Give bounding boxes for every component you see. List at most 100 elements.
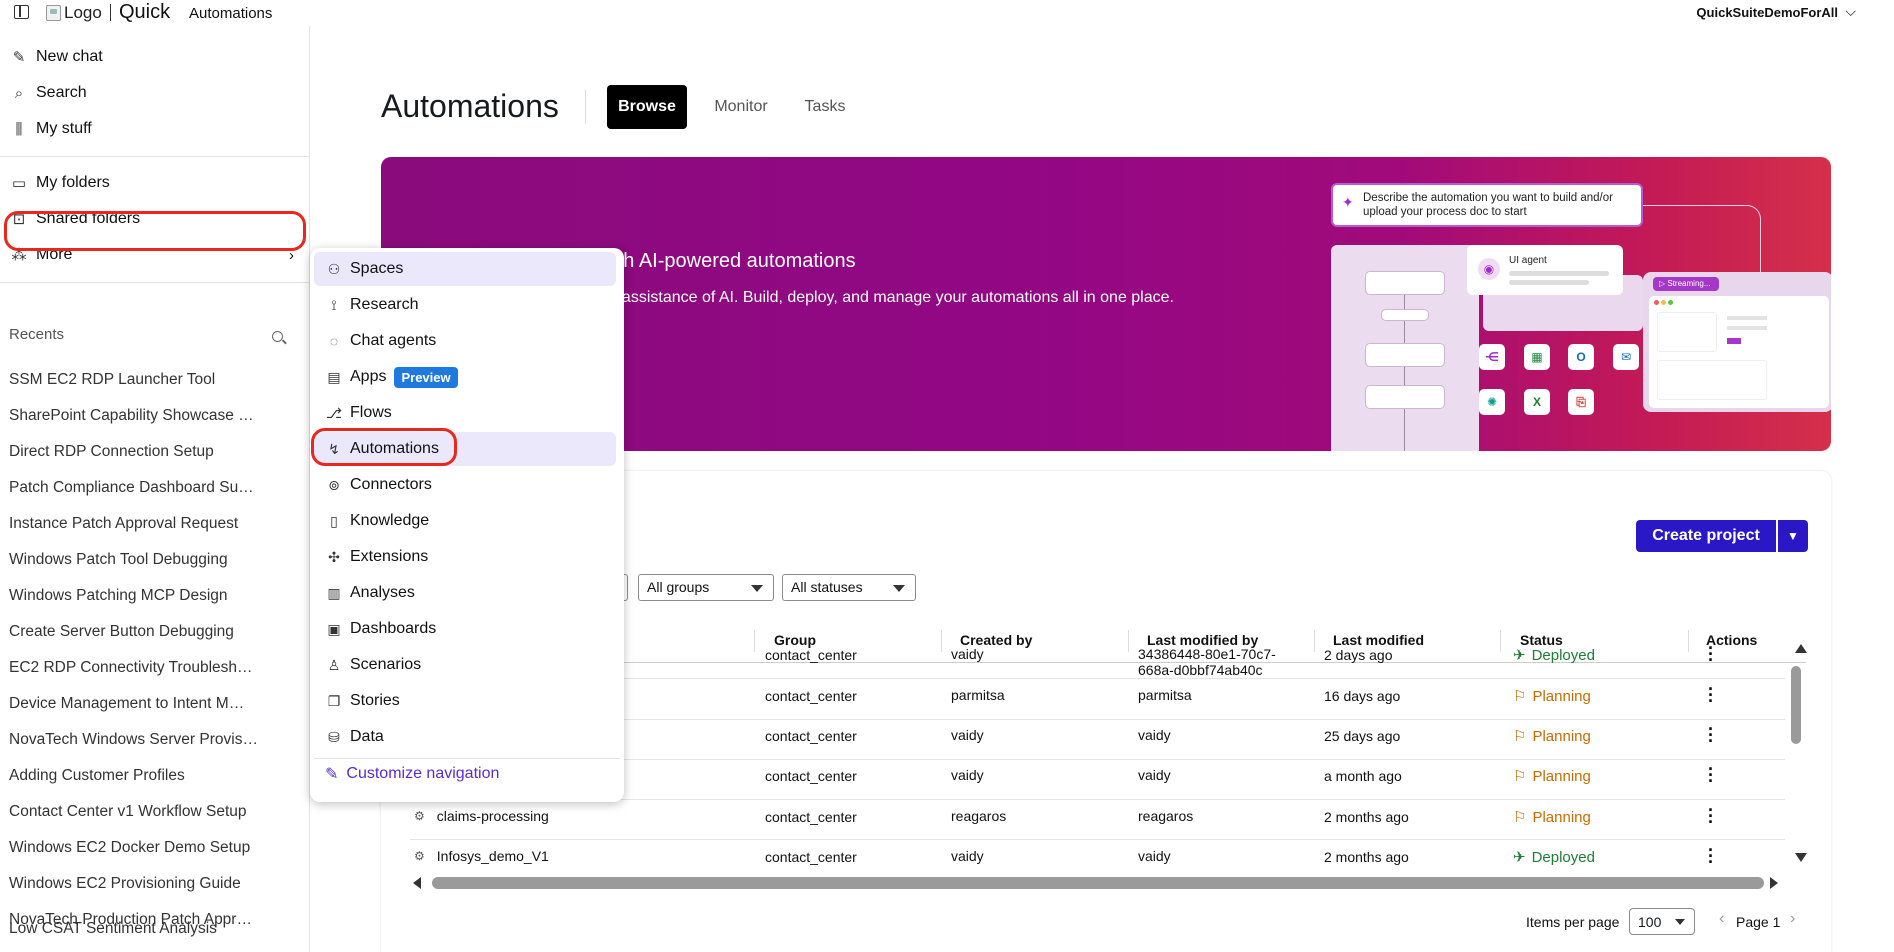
- column-header-group[interactable]: Group: [774, 632, 816, 648]
- status-label: Planning: [1532, 687, 1591, 705]
- caret-down-icon: [1675, 919, 1685, 925]
- menu-item-label: Apps: [350, 368, 387, 385]
- cell-name[interactable]: ⚙ Infosys_demo_V1: [414, 848, 549, 864]
- hero-subtitle: es with the assistance of AI. Build, dep…: [541, 289, 1174, 306]
- tab-monitor[interactable]: Monitor: [701, 85, 781, 129]
- recent-item[interactable]: EC2 RDP Connectivity Troublesh…: [9, 659, 274, 677]
- scroll-left-arrow[interactable]: [413, 877, 421, 889]
- brand-name[interactable]: Quick: [119, 1, 170, 24]
- streaming-label: Streaming...: [1667, 279, 1711, 288]
- row-actions-menu[interactable]: · · ·: [1708, 760, 1714, 790]
- chat-agent-icon: ◌: [329, 333, 339, 349]
- recent-item[interactable]: Contact Center v1 Workflow Setup: [9, 803, 274, 821]
- row-actions-menu[interactable]: · · ·: [1708, 680, 1714, 710]
- tab-browse[interactable]: Browse: [607, 85, 687, 129]
- column-separator[interactable]: [941, 630, 942, 652]
- recent-item[interactable]: Device Management to Intent M…: [9, 695, 274, 713]
- menu-item-analyses[interactable]: ▥ Analyses: [314, 576, 616, 610]
- row-actions-menu[interactable]: · · ·: [1708, 841, 1714, 871]
- scroll-down-arrow[interactable]: [1795, 853, 1807, 862]
- row-actions-menu[interactable]: · · ·: [1708, 639, 1714, 669]
- project-name[interactable]: claims-processing: [437, 808, 549, 824]
- recent-item[interactable]: Direct RDP Connection Setup: [9, 443, 274, 461]
- status-badge: ✈ Deployed: [1513, 646, 1595, 665]
- status-filter-select[interactable]: All statuses: [782, 574, 916, 601]
- menu-item-scenarios[interactable]: ♙ Scenarios: [314, 648, 616, 682]
- create-project-dropdown[interactable]: ▼: [1778, 520, 1808, 552]
- recent-item[interactable]: SharePoint Capability Showcase …: [9, 407, 274, 425]
- menu-item-chat-agents[interactable]: ◌ Chat agents: [314, 324, 616, 358]
- column-separator[interactable]: [1314, 630, 1315, 652]
- sidebar-item-new-chat[interactable]: ✎ New chat: [10, 42, 302, 72]
- extensions-icon: ✣: [328, 548, 340, 565]
- menu-item-research[interactable]: ⟟ Research: [314, 288, 616, 322]
- flow-node: [1365, 343, 1445, 367]
- scroll-up-arrow[interactable]: [1795, 644, 1807, 653]
- more-highlight-annotation: [4, 211, 306, 251]
- menu-item-flows[interactable]: ⎇ Flows: [314, 396, 616, 430]
- next-page-icon[interactable]: ›: [1790, 910, 1795, 928]
- customize-navigation-link[interactable]: ✎ Customize navigation: [325, 764, 499, 784]
- create-project-button[interactable]: Create project: [1636, 520, 1776, 552]
- menu-item-label: Flows: [350, 404, 392, 421]
- menu-item-label: Scenarios: [350, 656, 422, 673]
- column-separator[interactable]: [1500, 630, 1501, 652]
- account-name[interactable]: QuickSuiteDemoForAll: [1696, 5, 1838, 20]
- sidebar-item-search[interactable]: ⌕ Search: [10, 78, 302, 108]
- vertical-scrollbar-thumb[interactable]: [1791, 666, 1801, 744]
- sidebar-item-my-folders[interactable]: ▭ My folders: [10, 168, 302, 198]
- horizontal-scrollbar-thumb[interactable]: [432, 877, 1764, 889]
- column-separator[interactable]: [1688, 630, 1689, 652]
- cell-name[interactable]: ⚙ claims-processing: [414, 808, 549, 824]
- recent-item[interactable]: Windows EC2 Docker Demo Setup: [9, 839, 274, 857]
- status-badge: ⚐ Planning: [1513, 727, 1591, 746]
- column-separator[interactable]: [754, 630, 755, 652]
- tab-tasks[interactable]: Tasks: [790, 85, 860, 129]
- recent-item[interactable]: NovaTech Windows Server Provis…: [9, 731, 274, 749]
- deployed-icon: ✈: [1513, 849, 1526, 866]
- recent-item[interactable]: Patch Compliance Dashboard Su…: [9, 479, 274, 497]
- share-tool-icon: ⋲: [1479, 344, 1505, 370]
- recent-item[interactable]: Adding Customer Profiles: [9, 767, 274, 785]
- column-header-last-modified[interactable]: Last modified: [1333, 632, 1424, 648]
- menu-item-dashboards[interactable]: ▣ Dashboards: [314, 612, 616, 646]
- menu-item-knowledge[interactable]: ▯ Knowledge: [314, 504, 616, 538]
- caret-down-icon: [751, 585, 763, 592]
- menu-item-apps[interactable]: ▤ Apps Preview: [314, 360, 616, 394]
- previous-page-icon[interactable]: ‹: [1719, 910, 1724, 928]
- menu-item-spaces[interactable]: ⚇ Spaces: [314, 252, 616, 286]
- column-separator[interactable]: [1128, 630, 1129, 652]
- row-actions-menu[interactable]: · · ·: [1708, 801, 1714, 831]
- apps-icon: ▤: [327, 368, 341, 385]
- recent-item[interactable]: SSM EC2 RDP Launcher Tool: [9, 371, 274, 389]
- customize-navigation-label: Customize navigation: [346, 765, 500, 782]
- scroll-right-arrow[interactable]: [1770, 877, 1778, 889]
- menu-item-data[interactable]: ⛁ Data: [314, 720, 616, 754]
- recent-item[interactable]: Windows Patching MCP Design: [9, 587, 274, 605]
- project-name[interactable]: Infosys_demo_V1: [437, 848, 549, 864]
- chevron-down-icon[interactable]: ⌵: [1845, 3, 1856, 20]
- group-filter-select[interactable]: All groups: [638, 574, 774, 601]
- items-per-page-select[interactable]: 100: [1629, 908, 1695, 935]
- recent-item[interactable]: Windows Patch Tool Debugging: [9, 551, 274, 569]
- cell-created-by: vaidy: [951, 767, 984, 783]
- recent-item[interactable]: Create Server Button Debugging: [9, 623, 274, 641]
- row-actions-menu[interactable]: · · ·: [1708, 720, 1714, 750]
- sidebar-toggle-icon[interactable]: [14, 5, 29, 19]
- illustration-flow-panel: [1331, 245, 1479, 451]
- recent-item[interactable]: Windows EC2 Provisioning Guide: [9, 875, 274, 893]
- cell-created-by: vaidy: [951, 727, 984, 743]
- menu-item-stories[interactable]: ❐ Stories: [314, 684, 616, 718]
- menu-item-extensions[interactable]: ✣ Extensions: [314, 540, 616, 574]
- recent-item[interactable]: Low CSAT Sentiment Analysis: [9, 920, 274, 938]
- menu-item-connectors[interactable]: ⊚ Connectors: [314, 468, 616, 502]
- recents-search-icon[interactable]: [272, 331, 283, 342]
- cell-created-by: vaidy: [951, 848, 984, 864]
- spaces-icon: ⚇: [327, 260, 341, 277]
- sidebar-item-my-stuff[interactable]: ⫼ My stuff: [10, 114, 302, 144]
- illustration-browser-window: [1649, 296, 1829, 408]
- placeholder-bar: [1509, 280, 1589, 285]
- recent-item[interactable]: Instance Patch Approval Request: [9, 515, 274, 533]
- streaming-badge: ▷ Streaming...: [1653, 277, 1719, 291]
- flows-icon: ⎇: [325, 404, 343, 421]
